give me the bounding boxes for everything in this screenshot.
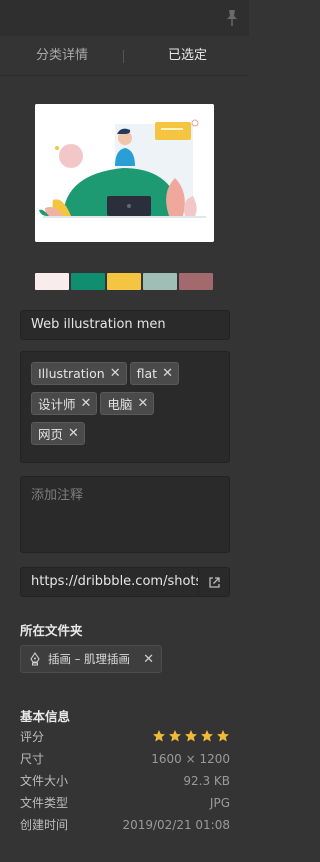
star-icon[interactable] <box>152 729 166 743</box>
external-link-icon <box>208 576 220 588</box>
star-icon[interactable] <box>168 729 182 743</box>
close-icon[interactable]: ✕ <box>81 396 92 411</box>
close-icon[interactable]: ✕ <box>137 396 148 411</box>
filesize-label: 文件大小 <box>20 774 69 788</box>
tab-bar: 分类详情 已选定 <box>0 36 249 76</box>
folder-section-title: 所在文件夹 <box>20 623 83 638</box>
tab-selected[interactable]: 已选定 <box>168 46 207 66</box>
size-row: 尺寸 1600 × 1200 <box>20 750 230 768</box>
created-label: 创建时间 <box>20 818 69 832</box>
pin-icon[interactable] <box>225 9 239 27</box>
tab-category-details[interactable]: 分类详情 <box>36 46 88 66</box>
rating-row: 评分 <box>20 728 230 746</box>
size-value: 1600 × 1200 <box>151 752 230 766</box>
tab-divider <box>123 50 124 63</box>
created-value: 2019/02/21 01:08 <box>122 818 230 832</box>
note-placeholder: 添加注释 <box>31 488 84 503</box>
star-icon[interactable] <box>184 729 198 743</box>
tag-label: 电脑 <box>107 397 133 412</box>
title-input[interactable]: Web illustration men <box>20 310 230 340</box>
color-swatch[interactable] <box>71 273 105 290</box>
tag-label: Illustration <box>38 366 105 381</box>
color-palette <box>35 273 213 290</box>
tag-label: 网页 <box>38 427 64 442</box>
image-preview[interactable] <box>35 104 214 242</box>
illustration-thumbnail <box>35 104 214 242</box>
note-input[interactable]: 添加注释 <box>20 476 230 553</box>
open-link-button[interactable] <box>198 568 229 596</box>
rating-label: 评分 <box>20 730 45 744</box>
rating-stars[interactable] <box>152 729 230 743</box>
tag-chip[interactable]: Illustration ✕ <box>31 362 127 385</box>
color-swatch[interactable] <box>143 273 177 290</box>
filesize-value: 92.3 KB <box>183 774 230 788</box>
url-text: https://dribbble.com/shots <box>31 574 203 589</box>
tag-chip[interactable]: flat ✕ <box>129 362 179 385</box>
tag-chip[interactable]: 网页 ✕ <box>31 422 85 445</box>
tag-chip[interactable]: 设计师 ✕ <box>31 392 98 415</box>
top-bar <box>0 0 249 36</box>
tag-label: flat <box>136 366 158 381</box>
filetype-value: JPG <box>209 796 230 810</box>
close-icon[interactable]: ✕ <box>110 366 121 381</box>
close-icon[interactable]: ✕ <box>143 652 154 667</box>
color-swatch[interactable] <box>179 273 213 290</box>
star-icon[interactable] <box>216 729 230 743</box>
tag-chip[interactable]: 电脑 ✕ <box>100 392 155 415</box>
tag-label: 设计师 <box>38 397 76 412</box>
filesize-row: 文件大小 92.3 KB <box>20 772 230 790</box>
close-icon[interactable]: ✕ <box>68 426 79 441</box>
info-section-title: 基本信息 <box>20 709 71 724</box>
created-row: 创建时间 2019/02/21 01:08 <box>20 816 230 834</box>
color-swatch[interactable] <box>35 273 69 290</box>
folder-name: 插画 – 肌理插画 <box>48 652 131 666</box>
tags-field[interactable]: Illustration ✕ flat ✕ 设计师 ✕ 电脑 ✕ 网页 ✕ <box>20 351 230 463</box>
filetype-row: 文件类型 JPG <box>20 794 230 812</box>
star-icon[interactable] <box>200 729 214 743</box>
color-swatch[interactable] <box>107 273 141 290</box>
size-label: 尺寸 <box>20 752 45 766</box>
close-icon[interactable]: ✕ <box>162 366 173 381</box>
url-input[interactable]: https://dribbble.com/shots <box>20 567 230 597</box>
filetype-label: 文件类型 <box>20 796 69 810</box>
pen-nib-icon <box>30 652 40 666</box>
folder-chip[interactable]: 插画 – 肌理插画 ✕ <box>20 645 162 673</box>
